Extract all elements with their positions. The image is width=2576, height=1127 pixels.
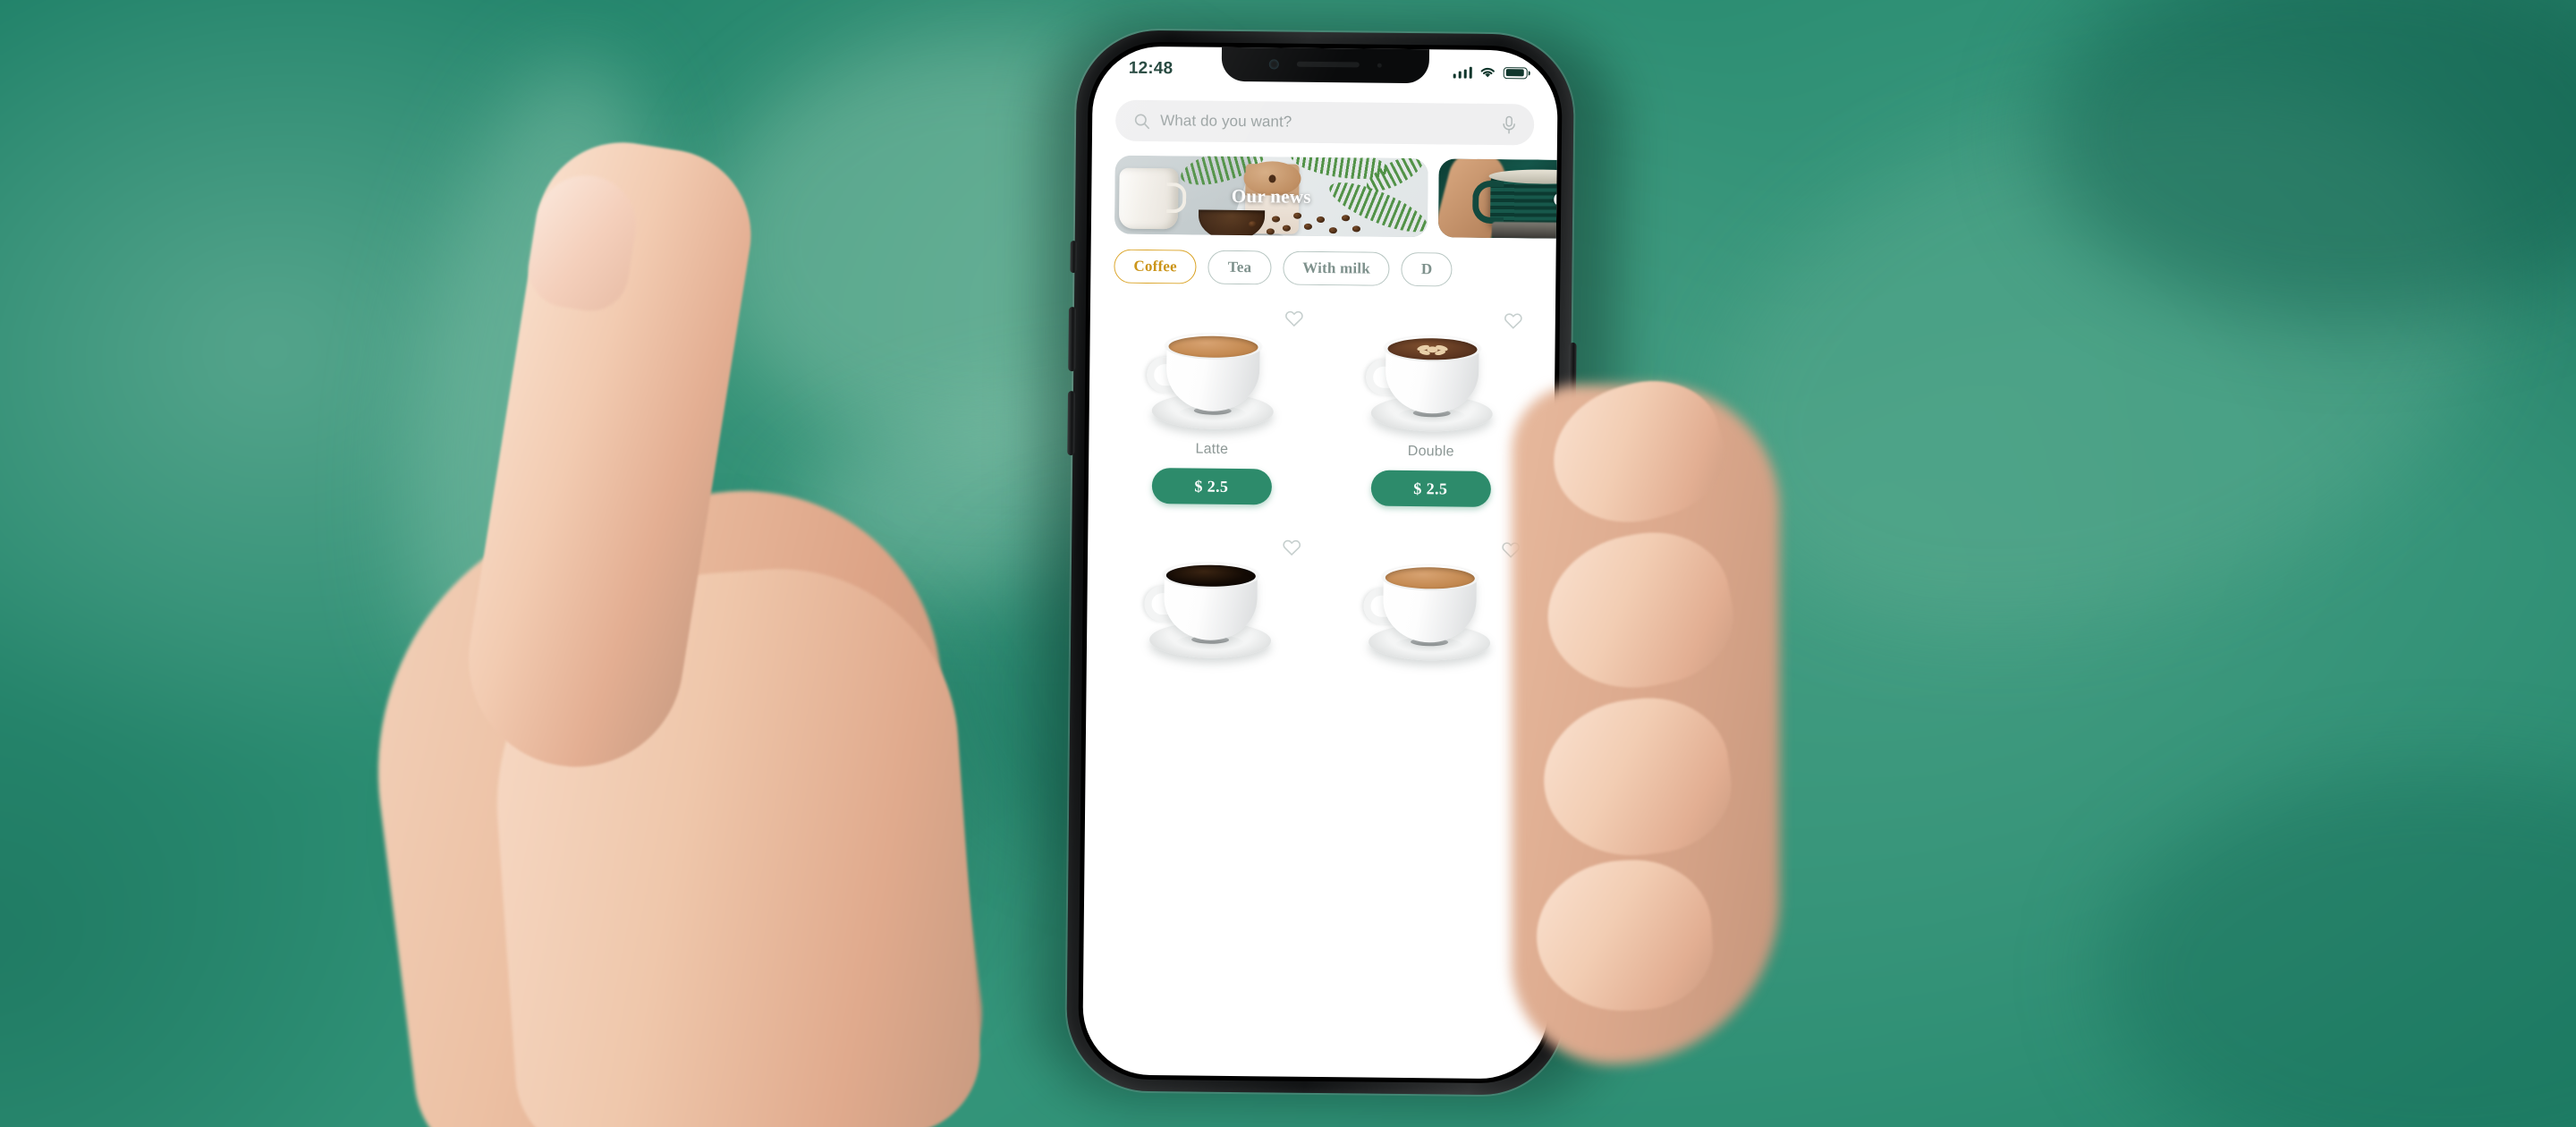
search-bar[interactable]: What do you want? xyxy=(1114,99,1535,146)
latte-art-icon xyxy=(1416,344,1448,355)
banner-card-our-news[interactable]: Our news xyxy=(1114,155,1428,238)
product-card-latte[interactable]: Latte $ 2.5 xyxy=(1112,301,1313,505)
volume-down-button[interactable] xyxy=(1067,391,1075,456)
product-image-double xyxy=(1332,325,1532,434)
product-name: Double xyxy=(1407,444,1454,460)
category-chip-fourth[interactable]: D xyxy=(1401,251,1453,287)
search-icon xyxy=(1134,114,1149,129)
chip-label: D xyxy=(1420,260,1433,278)
notch xyxy=(1221,46,1430,84)
product-grid: Latte $ 2.5 Double $ 2.5 xyxy=(1087,301,1555,674)
battery-icon xyxy=(1503,66,1528,79)
product-price-button[interactable]: $ 2.5 xyxy=(1151,468,1272,505)
banner-title: Our news xyxy=(1231,184,1311,208)
banner-title: C xyxy=(1553,188,1557,210)
product-image-latte xyxy=(1113,323,1313,432)
product-price-button[interactable]: $ 2.5 xyxy=(1370,470,1491,507)
category-chip-tea[interactable]: Tea xyxy=(1208,250,1272,285)
product-card-third[interactable] xyxy=(1110,530,1311,672)
product-image-black-coffee xyxy=(1110,552,1310,661)
earpiece-speaker xyxy=(1296,61,1360,68)
background-blur-shape xyxy=(555,680,787,948)
product-image-fourth xyxy=(1329,554,1530,663)
status-clock: 12:48 xyxy=(1128,58,1174,79)
front-camera-icon xyxy=(1268,58,1279,69)
phone-frame: 12:48 What do you want? Our news C Coffe… xyxy=(1065,30,1577,1096)
phone-screen: 12:48 What do you want? Our news C Coffe… xyxy=(1081,46,1559,1080)
volume-up-button[interactable] xyxy=(1068,307,1076,372)
cellular-signal-icon xyxy=(1453,66,1472,79)
banner-card-second[interactable]: C xyxy=(1437,158,1557,239)
chip-label: Coffee xyxy=(1133,257,1177,275)
power-button[interactable] xyxy=(1568,342,1577,446)
phone-device: 12:48 What do you want? Our news C Coffe… xyxy=(1035,23,1620,1104)
chip-label: Tea xyxy=(1227,258,1252,276)
app-content: What do you want? Our news C Coffee Tea … xyxy=(1082,46,1558,1079)
category-chip-coffee[interactable]: Coffee xyxy=(1114,249,1198,284)
banner-carousel[interactable]: Our news C xyxy=(1091,155,1557,239)
silent-switch[interactable] xyxy=(1070,241,1077,274)
chip-label: With milk xyxy=(1302,258,1371,277)
product-name: Latte xyxy=(1195,441,1229,457)
wifi-icon xyxy=(1480,67,1495,78)
phone-bezel: 12:48 What do you want? Our news C Coffe… xyxy=(1077,41,1563,1084)
category-chip-row[interactable]: Coffee Tea With milk D xyxy=(1090,249,1555,287)
proximity-sensor xyxy=(1377,63,1382,68)
product-card-fourth[interactable] xyxy=(1329,532,1530,674)
microphone-icon[interactable] xyxy=(1502,115,1516,134)
product-card-double[interactable]: Double $ 2.5 xyxy=(1331,303,1532,507)
status-indicators xyxy=(1453,66,1528,80)
search-input[interactable]: What do you want? xyxy=(1160,112,1492,133)
category-chip-with-milk[interactable]: With milk xyxy=(1283,250,1391,286)
